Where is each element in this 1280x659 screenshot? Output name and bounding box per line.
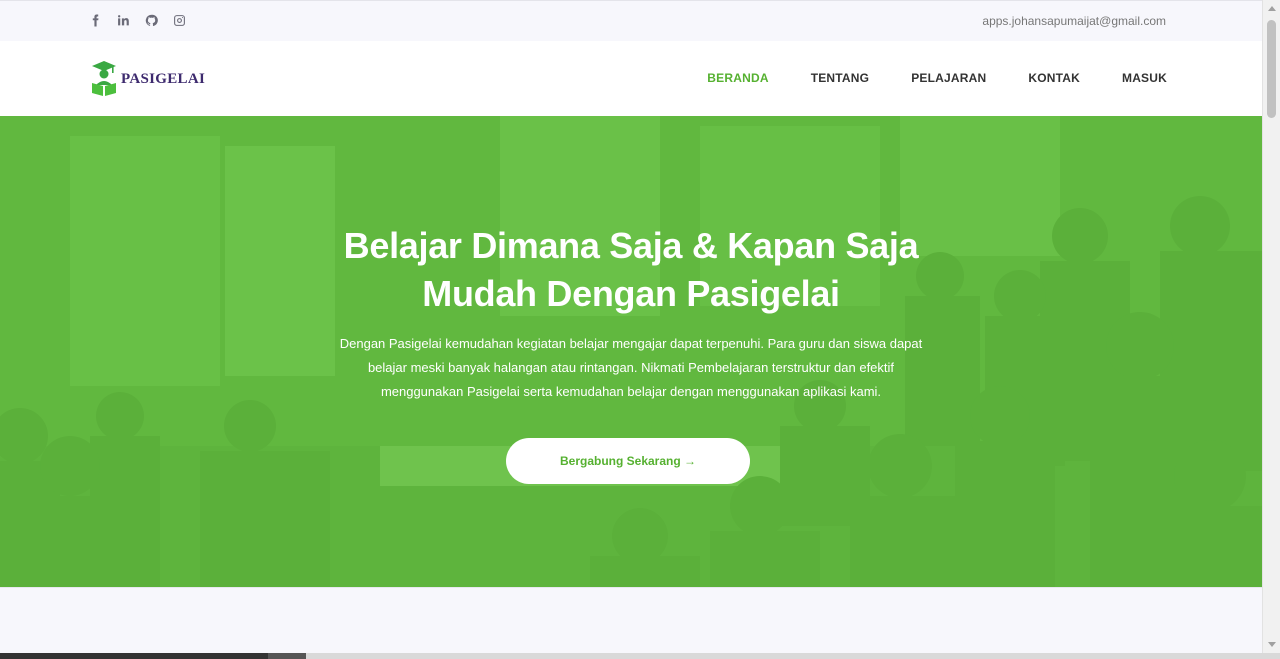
scroll-thumb[interactable] (1267, 20, 1276, 118)
hero-description: Dengan Pasigelai kemudahan kegiatan bela… (339, 336, 923, 399)
brand-name: PASIGELAI (121, 70, 206, 87)
bottom-strip-dark (0, 653, 268, 659)
nav-item-tentang[interactable]: TENTANG (811, 71, 870, 85)
nav-item-beranda[interactable]: BERANDA (707, 71, 768, 85)
contact-email[interactable]: apps.johansapumaijat@gmail.com (982, 14, 1166, 28)
nav-item-masuk[interactable]: MASUK (1122, 71, 1167, 85)
nav-item-pelajaran[interactable]: PELAJARAN (911, 71, 986, 85)
graduate-book-icon (90, 59, 118, 97)
join-now-button[interactable]: Bergabung Sekarang → (506, 438, 750, 484)
github-icon[interactable] (144, 13, 158, 27)
main-navbar: PASIGELAI BERANDA TENTANG PELAJARAN KONT… (0, 41, 1262, 116)
nav-menu: BERANDA TENTANG PELAJARAN KONTAK MASUK (707, 71, 1167, 85)
top-bar: apps.johansapumaijat@gmail.com (0, 0, 1262, 41)
hero-title: Belajar Dimana Saja & Kapan Saja Mudah D… (231, 222, 1031, 318)
brand-logo[interactable]: PASIGELAI (90, 59, 205, 97)
hero-title-line-2: Mudah Dengan Pasigelai (422, 273, 840, 314)
scroll-up-arrow-icon[interactable] (1268, 6, 1276, 11)
instagram-icon[interactable] (172, 13, 186, 27)
facebook-icon[interactable] (88, 13, 102, 27)
hero-section: Belajar Dimana Saja & Kapan Saja Mudah D… (0, 116, 1262, 587)
bottom-strip-mid (268, 653, 306, 659)
page-scrollbar[interactable] (1262, 0, 1280, 653)
hero-title-line-1: Belajar Dimana Saja & Kapan Saja (343, 225, 919, 266)
scroll-down-arrow-icon[interactable] (1268, 642, 1276, 647)
linkedin-icon[interactable] (116, 13, 130, 27)
bottom-strip (0, 653, 1280, 659)
social-links (88, 13, 186, 27)
next-section (0, 587, 1262, 653)
nav-item-kontak[interactable]: KONTAK (1028, 71, 1080, 85)
